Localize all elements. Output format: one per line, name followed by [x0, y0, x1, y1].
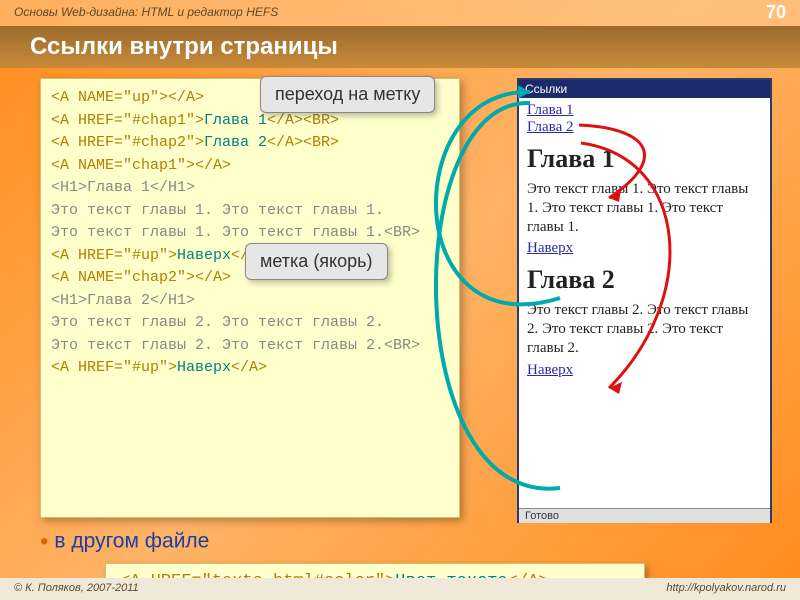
content-area: <A NAME="up"></A> <A HREF="#chap1">Глава… — [0, 68, 800, 568]
preview-statusbar: Готово — [519, 508, 770, 523]
callout-anchor: метка (якорь) — [245, 243, 388, 280]
footer-url: http://kpolyakov.narod.ru — [666, 582, 786, 596]
other-file-text: в другом файле — [54, 530, 209, 553]
page-number: 70 — [766, 2, 786, 26]
pv-link-2[interactable]: Глава 2 — [527, 119, 573, 135]
code-body-2b: Это текст главы 2. Это текст главы 2.<BR… — [51, 335, 449, 358]
preview-body: Глава 1 Глава 2 Глава 1 Это текст главы … — [519, 98, 770, 508]
pv-heading-2: Глава 2 — [527, 265, 762, 295]
code-href-up2-open: <A HREF="#up"> — [51, 359, 177, 376]
other-file-label: • в другом файле — [40, 528, 209, 556]
pv-link-1[interactable]: Глава 1 — [527, 102, 573, 118]
course-label: Основы Web-дизайна: HTML и редактор HEFS — [14, 5, 278, 26]
preview-titlebar: Ссылки — [519, 80, 770, 98]
copyright: © К. Поляков, 2007-2011 — [14, 582, 139, 596]
code-anchor-chap1-close: </A> — [195, 157, 231, 174]
pv-up-1[interactable]: Наверх — [527, 240, 573, 256]
header: Основы Web-дизайна: HTML и редактор HEFS… — [0, 0, 800, 26]
code-anchor-chap2-open: <A NAME="chap2"> — [51, 269, 195, 286]
browser-preview: Ссылки Глава 1 Глава 2 Глава 1 Это текст… — [517, 78, 772, 523]
code-block: <A NAME="up"></A> <A HREF="#chap1">Глава… — [40, 78, 460, 518]
code-anchor-chap2-close: </A> — [195, 269, 231, 286]
code-body-1a: Это текст главы 1. Это текст главы 1. — [51, 200, 449, 223]
pv-heading-1: Глава 1 — [527, 144, 762, 174]
code-anchor-up-open: <A NAME="up"> — [51, 89, 168, 106]
pv-paragraph-1: Это текст главы 1. Это текст главы 1. Эт… — [527, 180, 762, 236]
code-up-text-2: Наверх — [177, 359, 231, 376]
code-href-chap2-open: <A HREF="#chap2"> — [51, 134, 204, 151]
bullet-icon: • — [40, 528, 48, 555]
code-href-chap1-open: <A HREF="#chap1"> — [51, 112, 204, 129]
code-href-up1-open: <A HREF="#up"> — [51, 247, 177, 264]
code-body-2a: Это текст главы 2. Это текст главы 2. — [51, 312, 449, 335]
code-anchor-up-close: </A> — [168, 89, 204, 106]
code-link-text-2: Глава 2 — [204, 134, 267, 151]
code-anchor-chap1-open: <A NAME="chap1"> — [51, 157, 195, 174]
slide-title: Ссылки внутри страницы — [0, 26, 800, 68]
code-href-up2-close: </A> — [231, 359, 267, 376]
code-link-text-1: Глава 1 — [204, 112, 267, 129]
code-href-chap2-close: </A><BR> — [267, 134, 339, 151]
footer: © К. Поляков, 2007-2011 http://kpolyakov… — [0, 578, 800, 600]
code-h1-2: <H1>Глава 2</H1> — [51, 290, 449, 313]
code-up-text-1: Наверх — [177, 247, 231, 264]
code-href-chap1-close: </A><BR> — [267, 112, 339, 129]
callout-jump: переход на метку — [260, 76, 435, 113]
code-h1-1: <H1>Глава 1</H1> — [51, 177, 449, 200]
pv-paragraph-2: Это текст главы 2. Это текст главы 2. Эт… — [527, 301, 762, 357]
pv-up-2[interactable]: Наверх — [527, 362, 573, 378]
code-body-1b: Это текст главы 1. Это текст главы 1.<BR… — [51, 222, 449, 245]
